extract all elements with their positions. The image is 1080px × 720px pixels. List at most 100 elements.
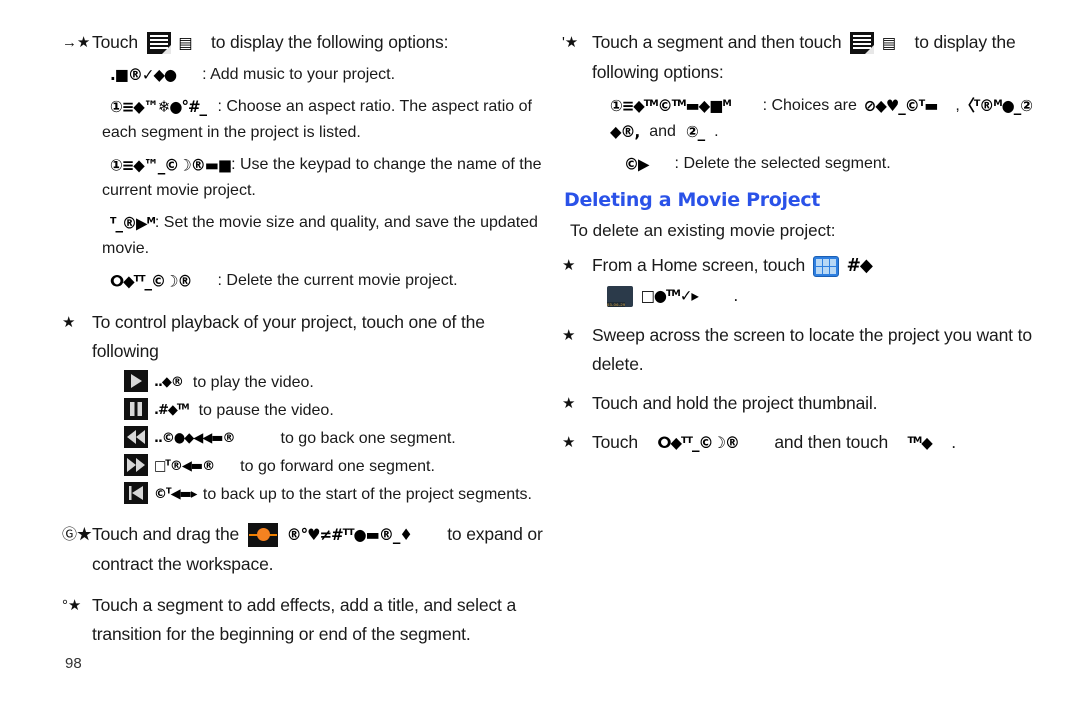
- option-item: ①≡◆™_©☽®▬■ : Use the keypad to change th…: [62, 152, 542, 204]
- option-item: ©▶ : Delete the selected segment.: [624, 151, 1032, 177]
- control-description: to back up to the start of the project s…: [202, 486, 532, 503]
- bullet-marker: Ⓖ★: [62, 526, 92, 543]
- apps-grid-icon[interactable]: [812, 255, 839, 277]
- bullet-text-before: Touch and drag the: [92, 524, 240, 544]
- garbled-app-name: □●ᵀᴹ✓▸: [640, 286, 699, 306]
- step-line-1: Sweep across the screen to locate the pr…: [592, 325, 1032, 345]
- choice-conjunction: and: [649, 123, 676, 140]
- bullet-marker: ★: [562, 327, 576, 344]
- step-text-before: Touch: [592, 432, 638, 452]
- bullet-line-1: To control playback of your project, tou…: [92, 312, 485, 332]
- bullet-drag-workspace: Ⓖ★ Touch and drag the ®°♥≠#ᵀᵀ●▬®_♦ to ex…: [62, 520, 543, 579]
- garbled-option-label: ©▶: [624, 154, 650, 174]
- garbled-glyph: ▤: [881, 33, 896, 53]
- option-description: : Set the movie size and quality, and sa…: [154, 214, 538, 231]
- option-item: ①≡◆™❄●°#_ : Choose an aspect ratio. The …: [62, 94, 532, 146]
- garbled-choice-1: ⊘◆♥_©ᵀ▬: [863, 96, 939, 116]
- section-intro: To delete an existing movie project:: [570, 221, 836, 240]
- garbled-option-label: ①≡◆™_©☽®▬■: [110, 155, 232, 175]
- left-column: →★ Touch ▤ to display the following opti…: [62, 28, 543, 649]
- right-column: '★ Touch a segment and then touch ▤ to d…: [562, 28, 1033, 458]
- skip-to-start-icon[interactable]: [124, 482, 148, 504]
- bullet-marker: ★: [562, 257, 576, 274]
- step-line-1: Touch and hold the project thumbnail.: [592, 393, 878, 413]
- garbled-option-label: ①≡◆™❄●°#_: [110, 97, 207, 117]
- transport-row: ©ᵀ◀▬▸ to back up to the start of the pro…: [124, 482, 532, 508]
- garbled-control-label: ©ᵀ◀▬▸: [154, 486, 197, 503]
- bullet-marker: →★: [62, 34, 91, 51]
- control-description: to play the video.: [192, 374, 314, 391]
- bullet-marker: °★: [62, 597, 82, 614]
- bullet-marker: '★: [562, 34, 579, 51]
- bullet-touch-menu: →★ Touch ▤ to display the following opti…: [62, 28, 532, 58]
- garbled-choice-2: 〈ᵀ®ᴹ●_②: [959, 96, 1033, 116]
- bullet-line-1: Touch a segment to add effects, add a ti…: [92, 595, 517, 615]
- garbled-label-delete: ⵔ◆ᵀᵀ_©☽®: [657, 433, 739, 453]
- garbled-control-label: ..©●◆◀◀▬®: [154, 430, 235, 447]
- option-item: ᵀ_®▶ᴹ : Set the movie size and quality, …: [62, 210, 538, 262]
- garbled-label: #◆: [846, 255, 873, 277]
- menu-icon[interactable]: [850, 32, 875, 55]
- bullet-segment-menu: '★ Touch a segment and then touch ▤ to d…: [562, 28, 1032, 87]
- option-description-cont: movie.: [102, 240, 150, 257]
- section-heading: Deleting a Movie Project: [564, 189, 821, 211]
- fast-forward-icon[interactable]: [124, 454, 148, 476]
- pause-icon[interactable]: [124, 398, 148, 420]
- bullet-playback-control: ★ To control playback of your project, t…: [62, 308, 532, 366]
- option-description: : Delete the current movie project.: [217, 272, 458, 289]
- garbled-choice-3: ◆®,: [610, 122, 640, 142]
- option-description: : Delete the selected segment.: [674, 155, 891, 172]
- page-number: 98: [65, 655, 82, 672]
- option-item: ⵔ◆ᵀᵀ_©☽® : Delete the current movie proj…: [110, 268, 532, 294]
- choice-period: .: [714, 123, 719, 140]
- garbled-option-label: ①≡◆ᵀᴹ©ᵀᴹ▬◆■ᴹ: [610, 96, 732, 116]
- option-description: : Choose an aspect ratio. The aspect rat…: [217, 98, 532, 115]
- movie-studio-icon[interactable]: 03-06-29: [607, 285, 633, 307]
- transport-row: .#◆ᵀᴹ to pause the video.: [124, 398, 532, 424]
- option-description: : Use the keypad to change the name of t…: [231, 156, 542, 173]
- step-text-mid: and then touch: [774, 432, 889, 452]
- menu-icon[interactable]: [146, 32, 171, 55]
- transport-row: ..©●◆◀◀▬® to go back one segment.: [124, 426, 532, 452]
- bullet-text-after: to expand or: [447, 524, 543, 544]
- step-touch-hold: ★ Touch and hold the project thumbnail.: [562, 389, 1032, 418]
- option-item: ①≡◆ᵀᴹ©ᵀᴹ▬◆■ᴹ : Choices are ⊘◆♥_©ᵀ▬ , 〈ᵀ®…: [562, 93, 1033, 145]
- transport-row: □ᵀ®◀▬® to go forward one segment.: [124, 454, 532, 480]
- garbled-control-label: .#◆ᵀᴹ: [154, 402, 190, 419]
- bullet-marker: ★: [562, 395, 576, 412]
- garbled-option-label: ᵀ_®▶ᴹ: [110, 213, 156, 233]
- step-sweep-screen: ★ Sweep across the screen to locate the …: [562, 321, 1032, 379]
- step-home-screen: ★ From a Home screen, touch #◆ 03-06-29 …: [562, 251, 1032, 311]
- play-icon[interactable]: [124, 370, 148, 392]
- bullet-line-2: contract the workspace.: [92, 554, 274, 574]
- control-description: to pause the video.: [198, 402, 334, 419]
- garbled-glyph: ▤: [178, 33, 192, 53]
- step-period: .: [733, 285, 739, 305]
- control-description: to go back one segment.: [280, 430, 456, 447]
- option-description: : Add music to your project.: [202, 66, 396, 83]
- option-description-cont: each segment in the project is listed.: [102, 124, 361, 141]
- rewind-icon[interactable]: [124, 426, 148, 448]
- garbled-choice-4: ②_: [685, 122, 705, 142]
- bullet-segment-effects: °★ Touch a segment to add effects, add a…: [62, 591, 532, 649]
- bullet-text-after: to display the following options:: [211, 32, 449, 52]
- garbled-label-confirm: ᵀᴹ◆: [907, 433, 932, 453]
- manual-page: →★ Touch ▤ to display the following opti…: [0, 0, 1080, 720]
- control-description: to go forward one segment.: [240, 458, 435, 475]
- step-line-2: delete.: [592, 354, 644, 374]
- step-period: .: [951, 432, 957, 452]
- bullet-marker: ★: [62, 314, 76, 331]
- option-item: .■®✓◆● : Add music to your project.: [110, 62, 532, 88]
- option-description: : Choices are: [762, 97, 857, 114]
- bullet-line-2: following: [92, 341, 159, 361]
- garbled-label: ®°♥≠#ᵀᵀ●▬®_♦: [286, 525, 413, 545]
- garbled-option-label: .■®✓◆●: [110, 65, 177, 85]
- garbled-option-label: ⵔ◆ᵀᵀ_©☽®: [110, 271, 192, 291]
- bullet-text-before: Touch: [92, 32, 138, 52]
- step-text-before: From a Home screen, touch: [592, 255, 806, 275]
- bullet-text-before: Touch a segment and then touch: [592, 32, 842, 52]
- bullet-marker: ★: [562, 434, 576, 451]
- step-touch-delete: ★ Touch ⵔ◆ᵀᵀ_©☽® and then touch ᵀᴹ◆ .: [562, 428, 1032, 458]
- garbled-control-label: ..◆®: [154, 374, 184, 391]
- drag-handle-icon[interactable]: [247, 523, 278, 548]
